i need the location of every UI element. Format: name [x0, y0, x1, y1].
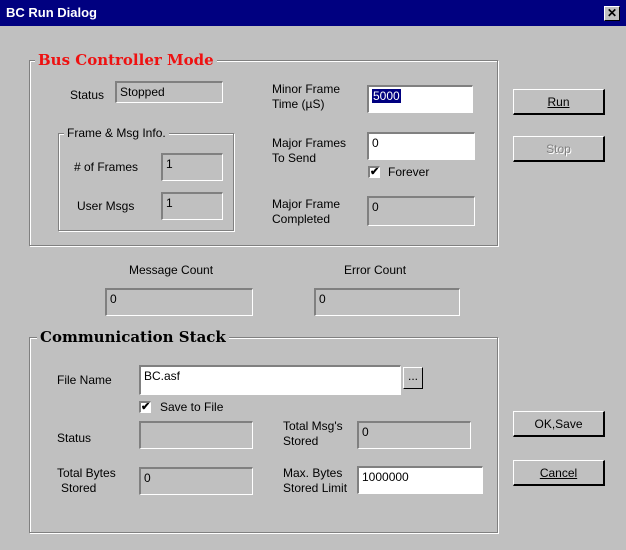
cancel-button-label: Cancel: [539, 465, 578, 480]
forever-checkbox[interactable]: ✔: [368, 166, 380, 178]
comm-status-field: [139, 421, 253, 449]
total-msgs-sub-label: Stored: [283, 434, 319, 448]
frames-field: 1: [161, 153, 223, 181]
major-completed-field: 0: [367, 196, 475, 226]
frame-msg-info-title: Frame & Msg Info.: [64, 126, 169, 140]
total-bytes-field: 0: [139, 467, 253, 495]
max-bytes-input[interactable]: 1000000: [357, 466, 483, 494]
cancel-button[interactable]: Cancel: [513, 460, 605, 486]
total-msgs-label: Total Msg's: [283, 419, 343, 433]
user-msgs-field: 1: [161, 192, 223, 220]
max-bytes-sub-label: Stored Limit: [283, 481, 348, 495]
major-completed-sub-label: Completed: [272, 212, 331, 226]
ok-save-button-label: OK,Save: [534, 416, 583, 431]
file-name-input[interactable]: BC.asf: [139, 365, 401, 395]
message-count-label: Message Count: [129, 263, 214, 277]
save-to-file-label: Save to File: [160, 400, 224, 414]
run-button[interactable]: Run: [513, 89, 605, 115]
frames-label: # of Frames: [74, 160, 139, 174]
minor-frame-unit-label: Time (µS): [272, 97, 325, 111]
window-title: BC Run Dialog: [6, 5, 97, 20]
major-frames-sub-label: To Send: [272, 151, 317, 165]
message-count-field: 0: [105, 288, 253, 316]
major-frames-label: Major Frames: [272, 136, 347, 150]
stop-button-label: Stop: [546, 141, 571, 156]
browse-button[interactable]: ...: [403, 367, 423, 389]
save-to-file-checkbox[interactable]: ✔: [139, 401, 151, 413]
minor-frame-value: 5000: [372, 89, 401, 103]
total-bytes-sub-label: Stored: [61, 481, 97, 495]
error-count-label: Error Count: [344, 263, 407, 277]
major-frames-input[interactable]: 0: [367, 132, 475, 160]
user-msgs-label: User Msgs: [77, 199, 135, 213]
ok-save-button[interactable]: OK,Save: [513, 411, 605, 437]
minor-frame-label: Minor Frame: [272, 82, 341, 96]
bc-run-dialog: Bus Controller Mode Status Stopped Frame…: [0, 26, 626, 550]
max-bytes-label: Max. Bytes: [283, 466, 343, 480]
communication-stack-heading: Communication Stack: [37, 328, 229, 346]
total-bytes-label: Total Bytes: [57, 466, 116, 480]
forever-label: Forever: [388, 165, 430, 179]
total-msgs-field: 0: [357, 421, 471, 449]
stop-button[interactable]: Stop: [513, 136, 605, 162]
run-button-label: Run: [547, 94, 570, 109]
bus-controller-heading: Bus Controller Mode: [35, 51, 217, 69]
status-label: Status: [70, 88, 105, 102]
title-bar[interactable]: BC Run Dialog ✕: [0, 0, 626, 26]
file-name-label: File Name: [57, 373, 112, 387]
close-icon: ✕: [606, 6, 618, 20]
major-completed-label: Major Frame: [272, 197, 341, 211]
minor-frame-input[interactable]: 5000: [367, 85, 473, 113]
comm-status-label: Status: [57, 431, 92, 445]
status-field: Stopped: [115, 81, 223, 103]
close-button[interactable]: ✕: [604, 6, 620, 21]
error-count-field: 0: [314, 288, 460, 316]
